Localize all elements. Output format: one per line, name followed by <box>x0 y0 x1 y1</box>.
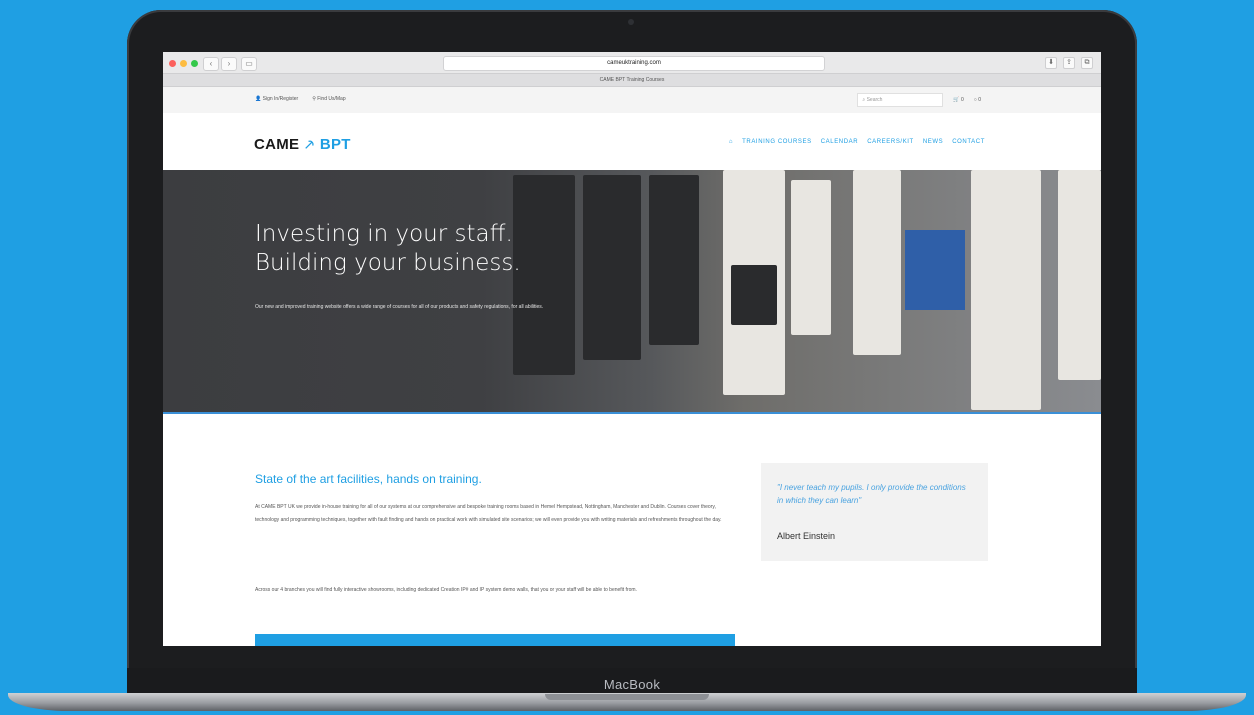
minimize-window-icon[interactable] <box>180 60 187 67</box>
showroom-panel <box>513 175 575 375</box>
site-header: CAME ⸕ BPT ⌂ TRAINING COURSES CALENDAR C… <box>163 113 1101 170</box>
user-icon: 👤 <box>255 96 262 102</box>
laptop-notch <box>545 694 709 700</box>
showroom-unit <box>731 265 777 325</box>
maximize-window-icon[interactable] <box>191 60 198 67</box>
home-icon[interactable]: ⌂ <box>729 139 733 145</box>
site-logo[interactable]: CAME ⸕ BPT <box>254 134 351 154</box>
logo-mark-icon: ⸕ <box>303 136 316 153</box>
search-icon: ⌕ <box>862 97 866 103</box>
nav-training-courses[interactable]: TRAINING COURSES <box>742 139 812 145</box>
showroom-paragraph: Across our 4 branches you will find full… <box>255 587 637 593</box>
main-content: State of the art facilities, hands on tr… <box>163 414 1101 646</box>
utility-bar: 👤 Sign In/Register ⚲ Find Us/Map ⌕ Searc… <box>163 87 1101 113</box>
download-icon[interactable]: ⬇ <box>1045 57 1057 69</box>
search-input[interactable]: ⌕ Search <box>857 93 944 107</box>
quote-text: "I never teach my pupils. I only provide… <box>777 483 966 505</box>
quote-card: "I never teach my pupils. I only provide… <box>761 463 988 561</box>
main-nav: ⌂ TRAINING COURSES CALENDAR CAREERS/KIT … <box>729 139 985 145</box>
hero-subtitle: Our new and improved training website of… <box>255 304 544 310</box>
nav-calendar[interactable]: CALENDAR <box>821 139 858 145</box>
hero-banner: Investing in your staff. Building your b… <box>163 170 1101 414</box>
find-us-link[interactable]: ⚲ Find Us/Map <box>312 96 345 102</box>
account-button[interactable]: ○ 0 <box>974 97 981 103</box>
browser-toolbar: ‹ › ▭ cameuktraining.com ⬇ ⇪ ⧉ CAME BPT … <box>163 52 1101 87</box>
address-bar[interactable]: cameuktraining.com <box>443 56 825 71</box>
showroom-panel <box>583 175 641 360</box>
share-icon[interactable]: ⇪ <box>1063 57 1075 69</box>
quote-author: Albert Einstein <box>777 531 836 541</box>
browser-tab[interactable]: CAME BPT Training Courses <box>163 73 1101 86</box>
device-label: MacBook <box>603 677 661 692</box>
showroom-display <box>905 230 965 310</box>
nav-news[interactable]: NEWS <box>923 139 943 145</box>
sidebar-icon[interactable]: ▭ <box>241 57 257 71</box>
browser-tools: ⬇ ⇪ ⧉ <box>1045 57 1093 69</box>
forward-button[interactable]: › <box>221 57 237 71</box>
intro-paragraph: At CAME BPT UK we provide in-house train… <box>255 504 722 523</box>
cta-banner[interactable] <box>255 634 735 646</box>
showroom-stand <box>791 180 831 335</box>
hero-title: Investing in your staff. Building your b… <box>255 221 521 276</box>
section-title: State of the art facilities, hands on tr… <box>255 472 482 486</box>
showroom-stand <box>1058 170 1101 380</box>
cart-icon: 🛒 <box>953 97 960 103</box>
account-icon: ○ <box>973 97 977 103</box>
nav-careers[interactable]: CAREERS/KIT <box>867 139 914 145</box>
showroom-panel <box>649 175 699 345</box>
close-window-icon[interactable] <box>169 60 176 67</box>
nav-contact[interactable]: CONTACT <box>952 139 985 145</box>
map-pin-icon: ⚲ <box>312 96 316 102</box>
laptop-lid: ‹ › ▭ cameuktraining.com ⬇ ⇪ ⧉ CAME BPT … <box>127 10 1137 698</box>
laptop-screen: ‹ › ▭ cameuktraining.com ⬇ ⇪ ⧉ CAME BPT … <box>163 52 1101 646</box>
showroom-stand <box>971 170 1041 410</box>
sign-in-link[interactable]: 👤 Sign In/Register <box>255 96 298 102</box>
back-button[interactable]: ‹ <box>203 57 219 71</box>
cart-button[interactable]: 🛒 0 <box>953 97 963 103</box>
camera-icon <box>628 19 634 25</box>
window-controls <box>169 60 198 67</box>
showroom-stand <box>853 170 901 355</box>
tabs-icon[interactable]: ⧉ <box>1081 57 1093 69</box>
